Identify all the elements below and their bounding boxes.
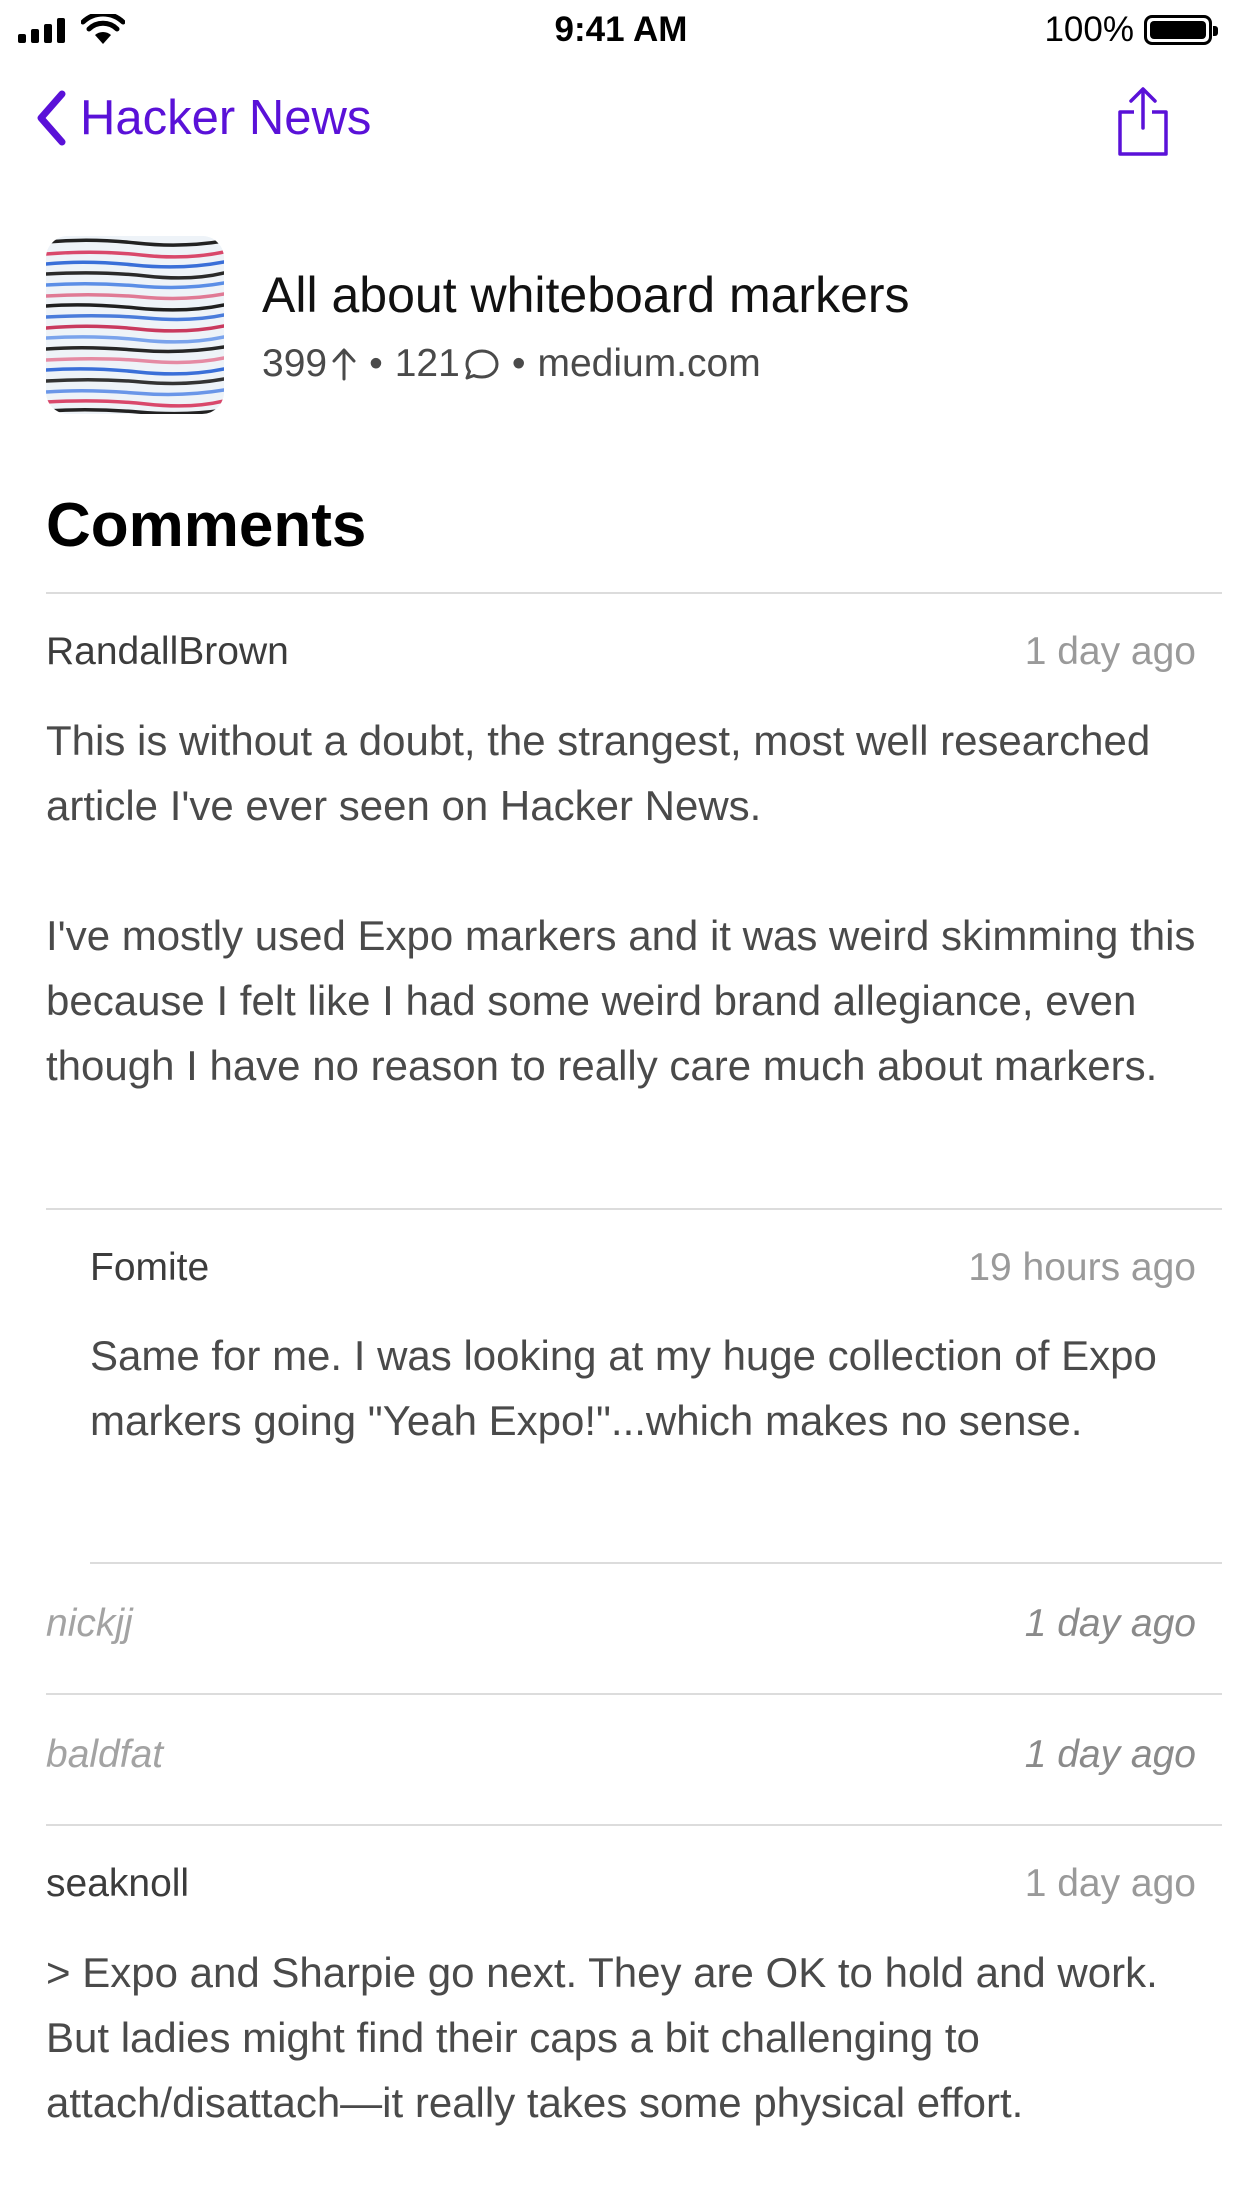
comment-bubble-icon <box>465 349 499 380</box>
story-title[interactable]: All about whiteboard markers <box>262 266 910 324</box>
story-meta: 399 • 121 • medium.com <box>262 342 761 386</box>
comment-author[interactable]: baldfat <box>46 1733 163 1777</box>
comment-author[interactable]: nickjj <box>46 1602 133 1646</box>
meta-separator: • <box>511 342 526 385</box>
status-bar: 9:41 AM 100% <box>0 0 1242 60</box>
story-points: 399 <box>262 342 328 385</box>
story-comment-count: 121 <box>394 342 460 385</box>
comment-time: 19 hours ago <box>968 1246 1196 1289</box>
comment-author[interactable]: RandallBrown <box>46 630 289 674</box>
comment-time: 1 day ago <box>1024 1733 1196 1776</box>
battery-percent: 100% <box>1044 10 1134 49</box>
comment-body: This is without a doubt, the strangest, … <box>46 717 1196 1089</box>
story-header[interactable]: All about whiteboard markers 399 • 121 •… <box>46 236 1196 416</box>
divider <box>46 592 1222 594</box>
comment-author[interactable]: Fomite <box>90 1246 209 1290</box>
comment-time: 1 day ago <box>1024 1862 1196 1905</box>
divider <box>46 1208 1222 1210</box>
whiteboard-thumbnail-image <box>46 236 224 414</box>
comment-body: Same for me. I was looking at my huge co… <box>90 1332 1157 1444</box>
comment-time: 1 day ago <box>1024 630 1196 673</box>
back-label: Hacker News <box>80 91 372 145</box>
back-button[interactable]: Hacker News <box>36 90 371 146</box>
comment-time: 1 day ago <box>1024 1602 1196 1645</box>
comments-heading: Comments <box>46 491 367 560</box>
upvote-arrow-icon <box>332 348 356 381</box>
divider <box>46 1824 1222 1826</box>
story-thumbnail[interactable] <box>46 236 224 414</box>
chevron-left-icon <box>37 90 66 146</box>
divider <box>46 1693 1222 1695</box>
story-domain[interactable]: medium.com <box>537 342 760 386</box>
comment-author[interactable]: seaknoll <box>46 1862 189 1906</box>
meta-separator: • <box>369 342 383 385</box>
share-icon[interactable] <box>1116 86 1170 158</box>
status-right: 100% <box>1044 10 1218 50</box>
navigation-bar: Hacker News <box>0 80 1242 170</box>
divider <box>90 1562 1222 1564</box>
comment-body: > Expo and Sharpie go next. They are OK … <box>46 1949 1158 2126</box>
battery-icon <box>1144 15 1218 45</box>
